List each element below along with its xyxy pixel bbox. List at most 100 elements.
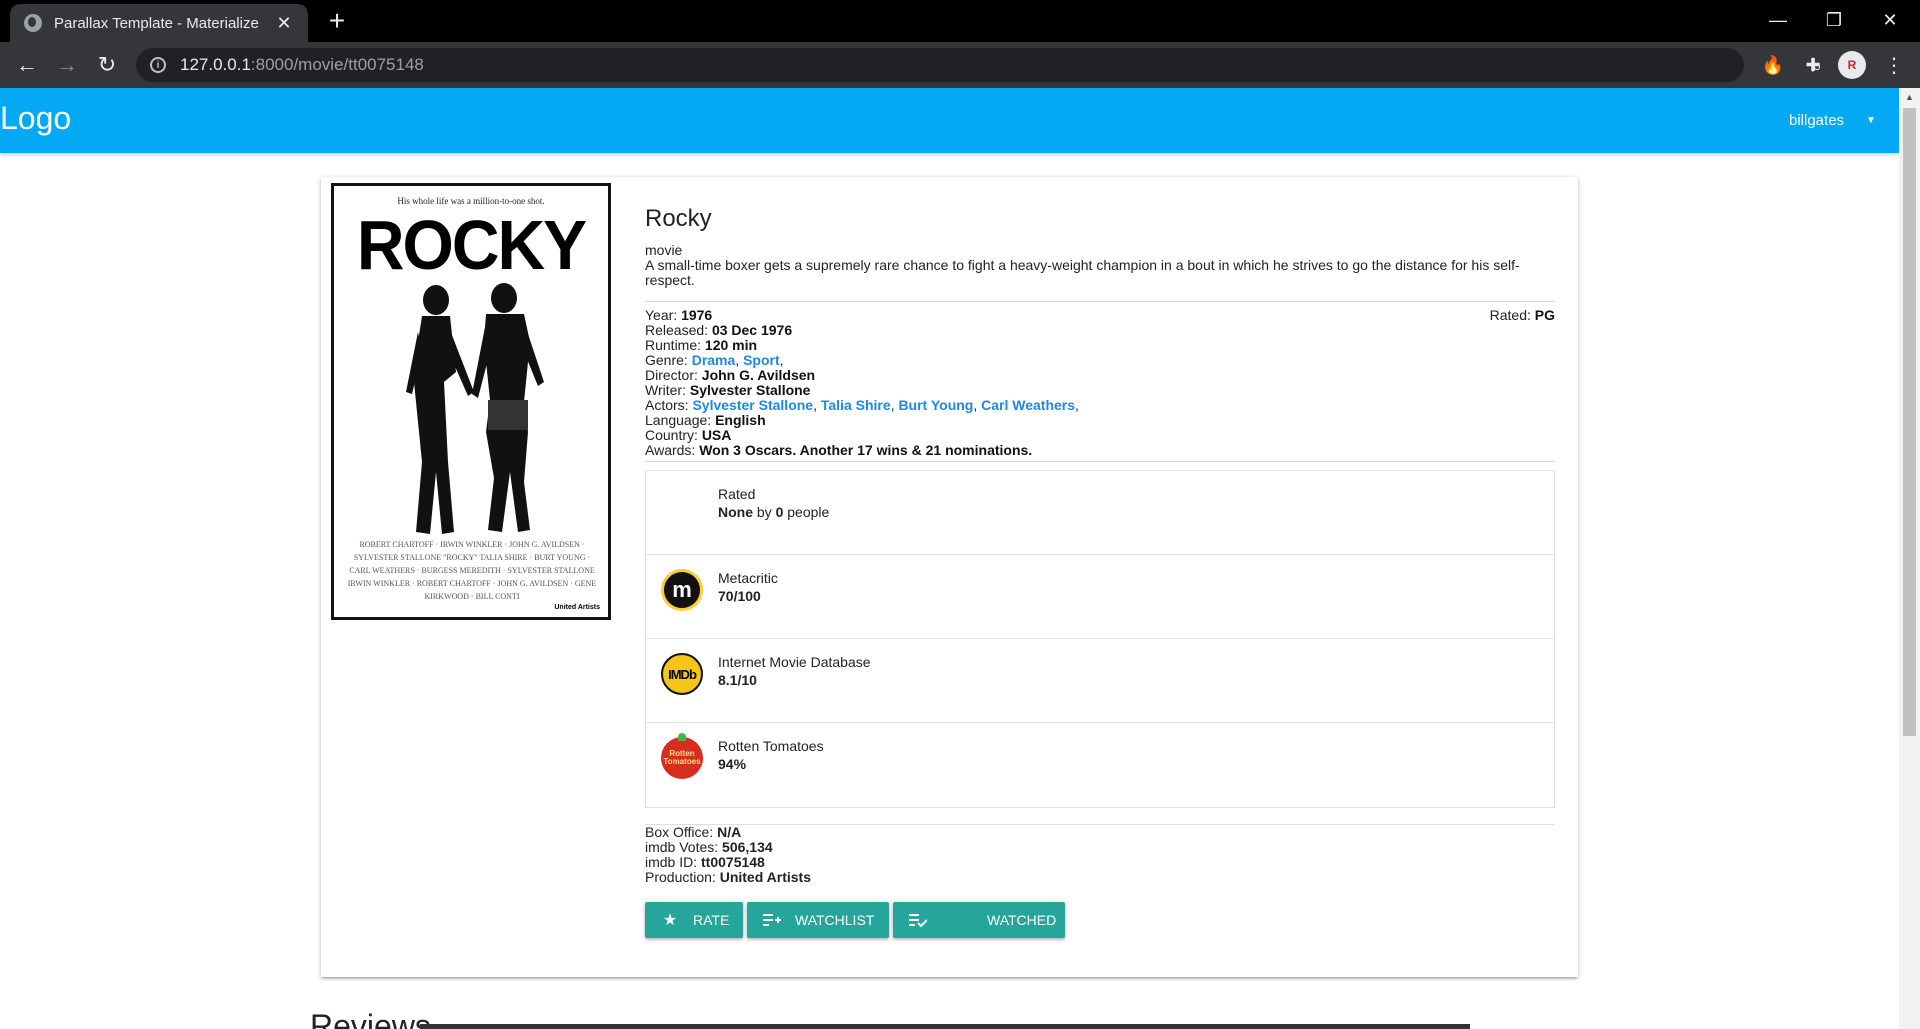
globe-icon bbox=[24, 14, 42, 32]
metacritic-row: m Metacritic 70/100 bbox=[646, 555, 1554, 639]
divider bbox=[645, 461, 1555, 462]
imdb-votes-value: 506,134 bbox=[722, 839, 773, 855]
imdb-votes-label: imdb Votes: bbox=[645, 839, 723, 855]
awards-value: Won 3 Oscars. Another 17 wins & 21 nomin… bbox=[699, 442, 1033, 458]
box-office-value: N/A bbox=[717, 824, 742, 840]
scroll-up-arrow-icon[interactable]: ▲ bbox=[1899, 88, 1920, 106]
poster-silhouette-art bbox=[406, 283, 544, 534]
tab-title: Parallax Template - Materialize bbox=[54, 14, 259, 32]
username-label: billgates bbox=[1789, 112, 1845, 129]
rate-button[interactable]: ★ RATE bbox=[645, 902, 743, 938]
imdb-id-row: imdb ID: tt0075148 bbox=[645, 855, 1555, 870]
minimize-icon[interactable]: — bbox=[1750, 0, 1806, 40]
site-navbar: Logo billgates ▼ bbox=[0, 88, 1899, 153]
box-office-label: Box Office: bbox=[645, 824, 718, 840]
extensions-puzzle-icon[interactable]: ✚ bbox=[1799, 51, 1827, 79]
browser-menu-icon[interactable]: ⋮ bbox=[1880, 51, 1908, 79]
site-logo[interactable]: Logo bbox=[0, 100, 71, 137]
language-label: Language: bbox=[645, 412, 716, 428]
watched-button[interactable]: WATCHED bbox=[893, 902, 1065, 938]
language-value: English bbox=[715, 412, 766, 428]
poster-studio-logo: United Artists bbox=[554, 604, 600, 611]
production-row: Production: United Artists bbox=[645, 870, 1555, 885]
close-tab-icon[interactable]: ✕ bbox=[274, 13, 294, 33]
imdb-id-label: imdb ID: bbox=[645, 854, 702, 870]
actor-link[interactable]: Burt Young bbox=[898, 397, 973, 413]
released-value: 03 Dec 1976 bbox=[711, 322, 793, 338]
movie-type: movie bbox=[645, 242, 683, 258]
director-label: Director: bbox=[645, 367, 702, 383]
address-bar[interactable]: i 127.0.0.1:8000/movie/tt0075148 ⌕ ☆ bbox=[136, 48, 1865, 82]
box-office-row: Box Office: N/A bbox=[645, 825, 1555, 840]
user-rating-text: Rated None by 0 people bbox=[718, 485, 829, 521]
extension-fire-icon[interactable]: 🔥 bbox=[1759, 51, 1787, 79]
rate-button-label: RATE bbox=[693, 912, 730, 928]
action-buttons: ★ RATE WATCHLIST WATCHED bbox=[645, 902, 1555, 938]
close-window-icon[interactable]: ✕ bbox=[1862, 0, 1918, 40]
released-label: Released: bbox=[645, 322, 712, 338]
director-row: Director: John G. Avildsen bbox=[645, 368, 1555, 383]
scrollbar-thumb[interactable] bbox=[1903, 108, 1916, 736]
movie-title: Rocky bbox=[645, 205, 712, 232]
metacritic-score: 70/100 bbox=[718, 588, 761, 604]
genre-link-sport[interactable]: Sport bbox=[743, 352, 780, 368]
browser-tab-strip: Parallax Template - Materialize ✕ + — ❐ … bbox=[0, 0, 1920, 42]
imdb-votes-row: imdb Votes: 506,134 bbox=[645, 840, 1555, 855]
user-dropdown[interactable]: billgates ▼ bbox=[1789, 112, 1876, 129]
rotten-tomatoes-icon: Rotten Tomatoes bbox=[661, 733, 703, 779]
page-scrollbar[interactable]: ▲ bbox=[1899, 88, 1920, 1029]
imdb-score: 8.1/10 bbox=[718, 672, 757, 688]
awards-row: Awards: Won 3 Oscars. Another 17 wins & … bbox=[645, 443, 1555, 458]
year-label: Year: bbox=[645, 307, 682, 323]
movie-facts: Rated: PG Year: 1976 Released: 03 Dec 19… bbox=[645, 305, 1555, 458]
profile-avatar[interactable]: R bbox=[1838, 51, 1866, 79]
runtime-label: Runtime: bbox=[645, 337, 705, 353]
movie-card: His whole life was a million-to-one shot… bbox=[321, 177, 1578, 977]
ratings-list: Rated None by 0 people m Metacritic 70/1… bbox=[645, 470, 1555, 808]
actor-link[interactable]: Carl Weathers bbox=[981, 397, 1075, 413]
movie-details: Rocky movie A small-time boxer gets a su… bbox=[645, 205, 1555, 938]
actor-link[interactable]: Sylvester Stallone bbox=[692, 397, 813, 413]
imdb-label: Internet Movie Database bbox=[718, 654, 871, 670]
watchlist-button-label: WATCHLIST bbox=[795, 912, 875, 928]
browser-tab[interactable]: Parallax Template - Materialize ✕ bbox=[10, 4, 308, 42]
imdb-id-value: tt0075148 bbox=[701, 854, 765, 870]
playlist-add-icon bbox=[763, 911, 781, 929]
back-arrow-icon[interactable]: ← bbox=[11, 49, 43, 81]
watchlist-button[interactable]: WATCHLIST bbox=[747, 902, 889, 938]
star-icon: ★ bbox=[662, 912, 678, 929]
imdb-row: IMDb Internet Movie Database 8.1/10 bbox=[646, 639, 1554, 723]
actor-link[interactable]: Talia Shire bbox=[821, 397, 891, 413]
new-tab-button[interactable]: + bbox=[320, 6, 354, 36]
country-row: Country: USA bbox=[645, 428, 1555, 443]
rotten-tomatoes-text: Rotten Tomatoes 94% bbox=[718, 737, 824, 773]
movie-poster: His whole life was a million-to-one shot… bbox=[331, 183, 611, 620]
reviews-banner-strip bbox=[420, 1024, 1470, 1029]
browser-toolbar: ← → ↻ i 127.0.0.1:8000/movie/tt0075148 ⌕… bbox=[0, 42, 1920, 88]
caret-down-icon: ▼ bbox=[1866, 115, 1876, 126]
year-value: 1976 bbox=[681, 307, 713, 323]
poster-credits: ROBERT CHARTOFF · IRWIN WINKLER · JOHN G… bbox=[347, 540, 597, 601]
playlist-check-icon bbox=[909, 911, 927, 929]
genre-label: Genre: bbox=[645, 352, 692, 368]
user-rating-score: None bbox=[718, 504, 753, 520]
metacritic-icon: m bbox=[661, 569, 703, 611]
production-label: Production: bbox=[645, 869, 720, 885]
rotten-tomatoes-score: 94% bbox=[718, 756, 747, 772]
writer-row: Writer: Sylvester Stallone bbox=[645, 383, 1555, 398]
genre-link-drama[interactable]: Drama bbox=[692, 352, 736, 368]
forward-arrow-icon[interactable]: → bbox=[51, 49, 83, 81]
people-text: people bbox=[783, 504, 830, 520]
restore-icon[interactable]: ❐ bbox=[1806, 0, 1862, 40]
writer-value: Sylvester Stallone bbox=[689, 382, 811, 398]
country-label: Country: bbox=[645, 427, 702, 443]
imdb-text: Internet Movie Database 8.1/10 bbox=[718, 653, 871, 689]
movie-plot: A small-time boxer gets a supremely rare… bbox=[645, 257, 1520, 288]
rated-label: Rated: bbox=[1489, 307, 1535, 323]
writer-label: Writer: bbox=[645, 382, 690, 398]
by-text: by bbox=[753, 504, 776, 520]
country-value: USA bbox=[701, 427, 732, 443]
reload-icon[interactable]: ↻ bbox=[91, 49, 123, 81]
awards-label: Awards: bbox=[645, 442, 700, 458]
info-icon[interactable]: i bbox=[150, 57, 166, 73]
